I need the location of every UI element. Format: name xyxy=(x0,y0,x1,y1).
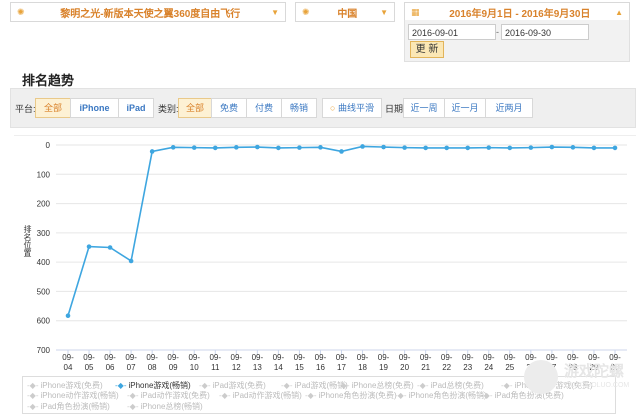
legend-marker-icon: -◆- xyxy=(199,381,211,390)
legend-item[interactable]: -◆- iPad动作游戏(免费) xyxy=(127,390,210,401)
chevron-down-icon: ▲ xyxy=(615,7,623,17)
legend-label: iPad总榜(免费) xyxy=(430,381,484,390)
legend-marker-icon: -◆- xyxy=(305,391,317,400)
platform-all-button[interactable]: 全部 xyxy=(35,98,71,118)
legend-marker-icon: -◆- xyxy=(127,391,139,400)
legend-label: iPhone角色扮演(畅销) xyxy=(408,391,487,400)
date-picker-panel: 2016-09-01 - 2016-09-30 更 新 xyxy=(404,20,630,62)
date-week-button[interactable]: 近一周 xyxy=(403,98,445,118)
gear-icon: ✺ xyxy=(302,6,310,17)
game-select[interactable]: ✺ 黎明之光-新版本天使之翼360度自由飞行 ▼ xyxy=(10,2,286,22)
category-grossing-button[interactable]: 畅销 xyxy=(281,98,317,118)
legend-marker-icon: -◆- xyxy=(27,381,39,390)
watermark-name: 游戏陀螺 xyxy=(564,363,625,380)
legend-marker-icon: -◆- xyxy=(219,391,231,400)
legend-item[interactable]: -◆- iPad动作游戏(畅销) xyxy=(219,390,302,401)
legend-marker-icon: -◆- xyxy=(281,381,293,390)
category-free-button[interactable]: 免费 xyxy=(211,98,247,118)
platform-label: 平台: xyxy=(15,104,36,114)
chevron-down-icon: ▼ xyxy=(380,7,388,17)
legend-label: iPad游戏(免费) xyxy=(212,381,266,390)
smooth-curve-label: 曲线平滑 xyxy=(337,103,374,113)
legend-marker-icon: -◆- xyxy=(395,391,407,400)
legend-label: iPad角色扮演(畅销) xyxy=(40,402,110,411)
end-date-input[interactable]: 2016-09-30 xyxy=(501,24,589,40)
legend-item[interactable]: -◆- iPhone角色扮演(畅销) xyxy=(395,390,487,401)
legend-label: iPad动作游戏(免费) xyxy=(140,391,210,400)
date-month-button[interactable]: 近一月 xyxy=(444,98,486,118)
platform-iphone-button[interactable]: iPhone xyxy=(70,98,119,118)
legend-label: iPhone总榜(畅销) xyxy=(140,402,203,411)
legend-item[interactable]: -◆- iPhone动作游戏(畅销) xyxy=(27,390,119,401)
legend-marker-icon: -◆- xyxy=(127,402,139,411)
start-date-input[interactable]: 2016-09-01 xyxy=(408,24,496,40)
legend-marker-icon: -◆- xyxy=(417,381,429,390)
legend-label: iPhone总榜(免费) xyxy=(351,381,414,390)
category-paid-button[interactable]: 付费 xyxy=(246,98,282,118)
legend-label: iPhone角色扮演(免费) xyxy=(318,391,397,400)
gear-icon: ✺ xyxy=(17,6,25,17)
date-range-value: 2016年9月1日 - 2016年9月30日 xyxy=(449,8,591,20)
region-select[interactable]: ✺ 中国 ▼ xyxy=(295,2,395,22)
legend-marker-icon: -◆- xyxy=(501,381,513,390)
date-range-select[interactable]: ▦ 2016年9月1日 - 2016年9月30日 ▲ xyxy=(404,2,630,22)
watermark-logo-icon xyxy=(524,360,558,394)
platform-ipad-button[interactable]: iPad xyxy=(118,98,154,118)
update-button[interactable]: 更 新 xyxy=(410,41,444,58)
legend-marker-icon: -◆- xyxy=(115,381,127,390)
date-separator: - xyxy=(496,27,499,37)
legend-item[interactable]: -◆- iPad角色扮演(畅销) xyxy=(27,401,110,412)
filter-bar: 平台: 全部 iPhone iPad 类别: 全部 免费 付费 畅销 ○ 曲线平… xyxy=(10,88,636,128)
watermark-url: YOUXITUOLUO.COM xyxy=(560,382,630,389)
legend-label: iPad动作游戏(畅销) xyxy=(232,391,302,400)
y-axis-label: 排名位置 xyxy=(23,225,32,257)
chevron-down-icon: ▼ xyxy=(271,7,279,17)
legend-marker-icon: -◆- xyxy=(27,402,39,411)
smooth-curve-toggle[interactable]: ○ 曲线平滑 xyxy=(322,98,382,118)
watermark: 游戏陀螺 YOUXITUOLUO.COM xyxy=(520,358,630,406)
date-two-months-button[interactable]: 近两月 xyxy=(485,98,533,118)
region-select-value: 中国 xyxy=(337,8,358,20)
legend-item[interactable]: -◆- iPhone角色扮演(免费) xyxy=(305,390,397,401)
legend-marker-icon: -◆- xyxy=(338,381,350,390)
game-select-value: 黎明之光-新版本天使之翼360度自由飞行 xyxy=(60,8,241,20)
legend-label: iPhone游戏(免费) xyxy=(40,381,103,390)
category-all-button[interactable]: 全部 xyxy=(178,98,212,118)
radio-icon: ○ xyxy=(330,103,336,113)
page-title: 排名趋势 xyxy=(22,73,75,88)
calendar-icon: ▦ xyxy=(411,6,420,17)
legend-marker-icon: -◆- xyxy=(481,391,493,400)
category-label: 类别: xyxy=(158,104,179,114)
legend-label: iPhone动作游戏(畅销) xyxy=(40,391,119,400)
legend-label: iPhone游戏(畅销) xyxy=(128,381,191,390)
legend-item[interactable]: -◆- iPhone总榜(畅销) xyxy=(127,401,203,412)
legend-marker-icon: -◆- xyxy=(27,391,39,400)
